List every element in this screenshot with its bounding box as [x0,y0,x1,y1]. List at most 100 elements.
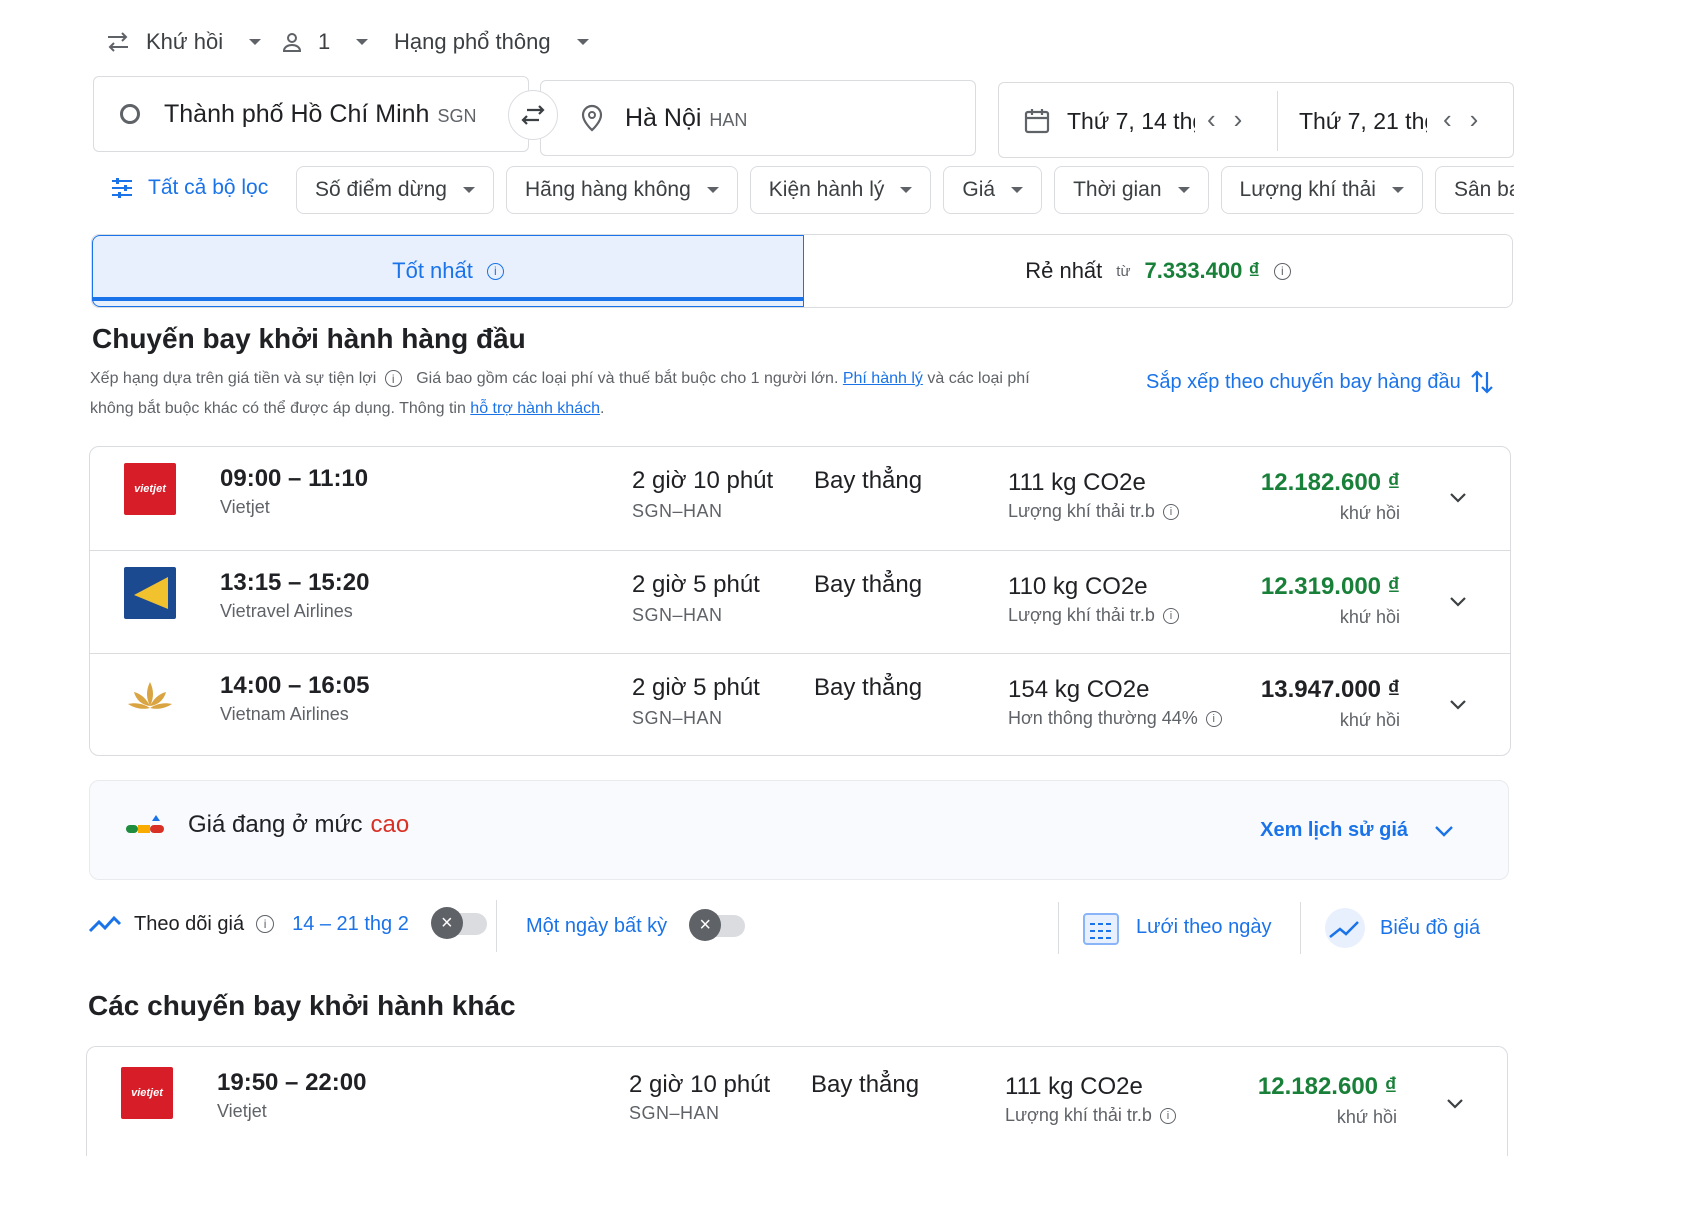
flight-duration: 2 giờ 5 phút [632,571,760,598]
any-date-toggle[interactable]: × [689,909,746,941]
chip-label: Thời gian [1073,178,1162,201]
return-prev-button[interactable]: ‹ [1443,106,1452,132]
filter-chip-connecting-airports[interactable]: Sân bay nối [1434,166,1514,214]
depart-date-field[interactable]: Thứ 7, 14 thg [1023,83,1195,159]
tune-icon [110,177,134,199]
cabin-select[interactable]: Hạng phổ thông [394,20,589,64]
origin-field[interactable]: Thành phố Hồ Chí Minh SGN [93,76,529,152]
airline-name: Vietnam Airlines [220,704,349,724]
price-note-cont2: không bắt buộc khác có thể được áp dụng.… [90,400,466,417]
filter-chip-bar: Số điểm dừng Hãng hàng không Kiện hành l… [296,166,1514,214]
calendar-grid-icon [1082,908,1120,946]
date-grid-button[interactable]: Lưới theo ngày [1082,906,1271,948]
airline-name: Vietjet [220,497,270,517]
passenger-assistance-link[interactable]: hỗ trợ hành khách [470,400,600,417]
all-filters-button[interactable]: Tất cả bộ lọc [110,166,268,210]
filter-chip-bags[interactable]: Kiện hành lý [749,166,932,214]
filter-chip-airlines[interactable]: Hãng hàng không [505,166,738,214]
price-note: Giá bao gồm các loại phí và thuế bắt buộ… [416,370,839,387]
price-note: khứ hồi [1339,503,1400,523]
depart-date: Thứ 7, 14 thg [1067,107,1195,134]
filter-chip-times[interactable]: Thời gian [1054,166,1209,214]
passenger-count: 1 [318,29,331,54]
swap-locations-button[interactable] [508,90,558,140]
flight-duration: 2 giờ 5 phút [632,674,760,701]
location-pin-icon [581,104,603,132]
destination-field[interactable]: Hà Nội HAN [540,80,976,156]
filter-chip-emissions[interactable]: Lượng khí thải [1220,166,1423,214]
expand-chevron-icon[interactable] [1448,487,1468,512]
info-icon[interactable]: i [1162,503,1179,520]
chevron-down-icon [356,39,369,45]
sort-label: Sắp xếp theo chuyến bay hàng đầu [1146,370,1461,393]
airline-name: Vietravel Airlines [220,601,353,621]
expand-chevron-icon[interactable] [1445,1093,1465,1118]
flight-row[interactable]: 13:15 – 15:20 Vietravel Airlines 2 giờ 5… [90,550,1510,654]
price-note: khứ hồi [1339,607,1400,627]
info-icon[interactable]: i [1205,710,1222,727]
vietjet-logo: vietjet [124,463,176,515]
flight-row[interactable]: vietjet 19:50 – 22:00 Vietjet 2 giờ 10 p… [87,1047,1507,1151]
flight-route: SGN–HAN [629,1103,720,1123]
any-date-tracking: Một ngày bất kỳ × [526,908,746,944]
flight-price: 13.947.000 ₫ [1260,676,1400,703]
return-next-button[interactable]: › [1470,106,1479,132]
price-graph-icon [1324,907,1366,949]
flight-row[interactable]: vietjet 09:00 – 11:10 Vietjet 2 giờ 10 p… [90,447,1510,551]
flight-emissions: 154 kg CO2e [1008,676,1150,703]
info-icon: i [1273,262,1291,280]
chip-label: Số điểm dừng [315,178,447,201]
track-prices-label: Theo dõi giá [134,912,245,935]
flight-price: 12.182.600 ₫ [1260,469,1400,496]
sort-icon [1469,368,1495,396]
flight-price: 12.319.000 ₫ [1260,573,1400,600]
flight-row[interactable]: 14:00 – 16:05 Vietnam Airlines 2 giờ 5 p… [90,653,1510,757]
trending-line-icon [88,913,122,935]
price-history-label: Xem lịch sử giá [1260,819,1408,841]
flight-emissions: 111 kg CO2e [1008,469,1146,496]
depart-next-button[interactable]: › [1234,106,1243,132]
price-graph-button[interactable]: Biểu đồ giá [1324,906,1480,950]
flight-stops: Bay thẳng [814,674,923,701]
flight-stops: Bay thẳng [811,1071,920,1098]
chevron-down-icon [576,39,589,45]
filter-chip-price[interactable]: Giá [943,166,1043,214]
trip-type-select[interactable]: Khứ hồi [104,20,262,64]
price-note-cont: và các loại phí [927,370,1030,387]
flight-route: SGN–HAN [632,501,723,521]
price-note: khứ hồi [1336,1107,1397,1127]
close-icon: × [689,909,722,941]
tab-cheapest[interactable]: Rẻ nhất từ 7.333.400 ₫ i [804,235,1512,307]
origin-circle-icon [120,104,140,124]
return-date-field[interactable]: Thứ 7, 21 thg [1299,83,1427,159]
baggage-fee-link[interactable]: Phí hành lý [843,370,923,387]
flight-stops: Bay thẳng [814,467,923,494]
track-dates-toggle[interactable]: × [430,907,487,939]
chevron-down-icon [1435,825,1453,837]
price-insight-panel: Giá đang ở mức cao Xem lịch sử giá [89,780,1509,880]
passenger-select[interactable]: 1 [280,20,369,64]
info-icon[interactable]: i [256,915,275,933]
depart-prev-button[interactable]: ‹ [1207,106,1216,132]
expand-chevron-icon[interactable] [1448,591,1468,616]
chevron-down-icon [249,39,262,45]
cheapest-price: 7.333.400 ₫ [1144,258,1260,283]
info-icon[interactable]: i [1162,607,1179,624]
price-history-button[interactable]: Xem lịch sử giá [1260,819,1454,842]
sort-button[interactable]: Sắp xếp theo chuyến bay hàng đầu [1146,368,1495,396]
swap-arrows-icon [104,30,132,54]
price-level-icon [124,813,168,844]
info-icon[interactable]: i [1159,1107,1176,1124]
cheapest-from-label: từ [1116,262,1131,280]
expand-chevron-icon[interactable] [1448,694,1468,719]
other-flights-heading: Các chuyến bay khởi hành khác [88,990,516,1021]
destination-code: HAN [709,109,748,130]
other-flights-list: vietjet 19:50 – 22:00 Vietjet 2 giờ 10 p… [86,1046,1508,1156]
emission-note: Lượng khí thải tr.b [1008,605,1155,625]
track-dates: 14 – 21 thg 2 [292,912,409,935]
info-icon[interactable]: i [384,370,402,388]
emission-note: Lượng khí thải tr.b [1005,1105,1152,1125]
emission-note: Lượng khí thải tr.b [1008,501,1155,521]
filter-chip-stops[interactable]: Số điểm dừng [296,166,494,214]
close-icon: × [430,907,463,939]
